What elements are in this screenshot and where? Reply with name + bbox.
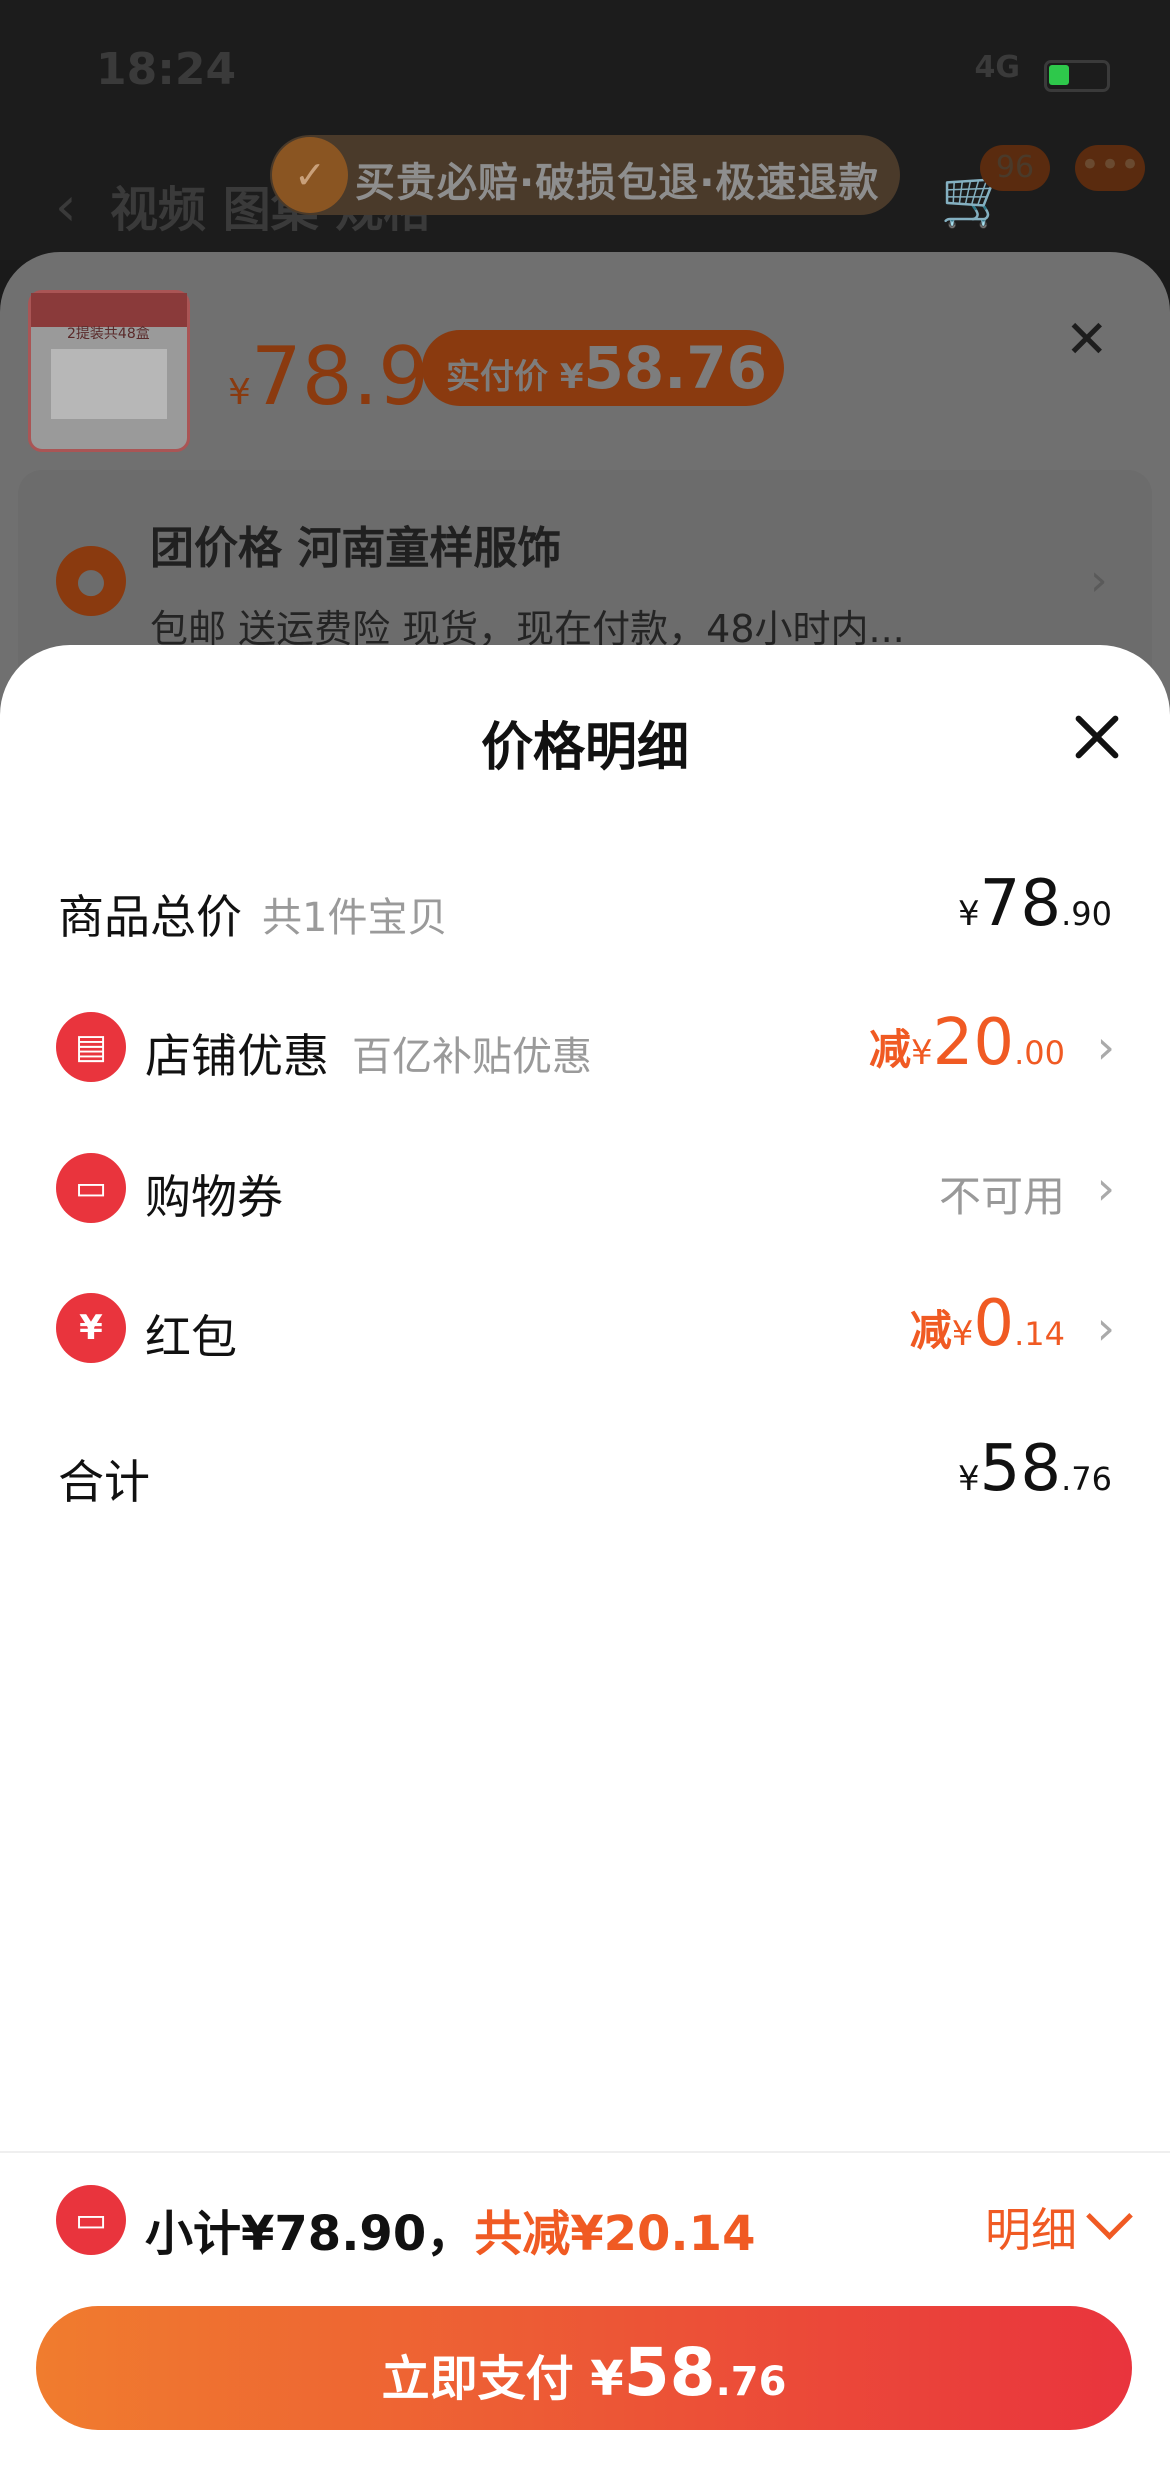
row-label: 合计 [58,1455,150,1509]
more-icon[interactable]: ••• [1075,145,1145,191]
coupon-icon: ▭ [56,2185,126,2255]
paid-price-pill: 实付价 ¥58.76 [422,330,784,406]
row-label: 红包 [145,1310,237,1364]
row-value: ¥78.90 [958,867,1112,941]
guarantee-text: 买贵必赔·破损包退·极速退款 [355,160,880,206]
cart-badge: 96 [980,145,1050,191]
row-value: ¥58.76 [958,1432,1112,1506]
discount-total: 共减¥20.14 [474,2206,756,2262]
row-grand-total: 合计 ¥58.76 [0,1416,1170,1526]
row-label: 商品总价 [58,890,242,944]
row-label: 购物券 [145,1170,283,1224]
back-icon[interactable]: ‹ [55,175,77,238]
product-thumbnail: 2提装共48盒 [28,290,190,452]
row-total-price: 商品总价 共1件宝贝 ¥78.90 [0,851,1170,961]
row-value: 减¥0.14 [909,1287,1065,1361]
row-red-packet[interactable]: ¥ 红包 减¥0.14 › [0,1271,1170,1381]
row-sub: 共1件宝贝 [262,895,448,941]
row-value: 减¥20.00 [869,1006,1065,1080]
product-price: ¥78.9 [228,330,430,423]
location-icon: ● [56,546,126,616]
sheet-title: 价格明细 [480,718,689,778]
close-icon[interactable] [1070,710,1124,764]
store-icon: ▤ [56,1012,126,1082]
network-indicator: 4G [974,50,1021,85]
red-packet-icon: ¥ [56,1293,126,1363]
detail-toggle[interactable]: 明细 [985,2194,1077,2260]
row-value: 不可用 [938,1172,1065,1221]
row-sub: 百亿补贴优惠 [352,1034,592,1080]
divider [0,2151,1170,2153]
pay-now-button[interactable]: 立即支付 ¥58.76 [36,2306,1132,2430]
shield-icon: ✓ [272,137,348,213]
subtotal-summary: 小计¥78.90，共减¥20.14 [145,2194,755,2264]
row-label: 店铺优惠 [145,1029,329,1083]
chevron-right-icon: › [1090,555,1108,606]
coupon-icon: ▭ [56,1153,126,1223]
subtotal-label: 小计¥78.90， [145,2206,475,2262]
row-shopping-coupon[interactable]: ▭ 购物券 不可用 › [0,1131,1170,1241]
row-store-discount[interactable]: ▤ 店铺优惠 百亿补贴优惠 减¥20.00 › [0,990,1170,1100]
chevron-right-icon: › [1096,1161,1115,1215]
close-icon[interactable]: ✕ [1065,310,1109,370]
address-title: 团价格 河南童样服饰 [150,523,562,574]
chevron-right-icon: › [1096,1020,1115,1074]
battery-icon [1044,60,1110,92]
chevron-right-icon: › [1096,1301,1115,1355]
status-time: 18:24 [96,44,237,95]
